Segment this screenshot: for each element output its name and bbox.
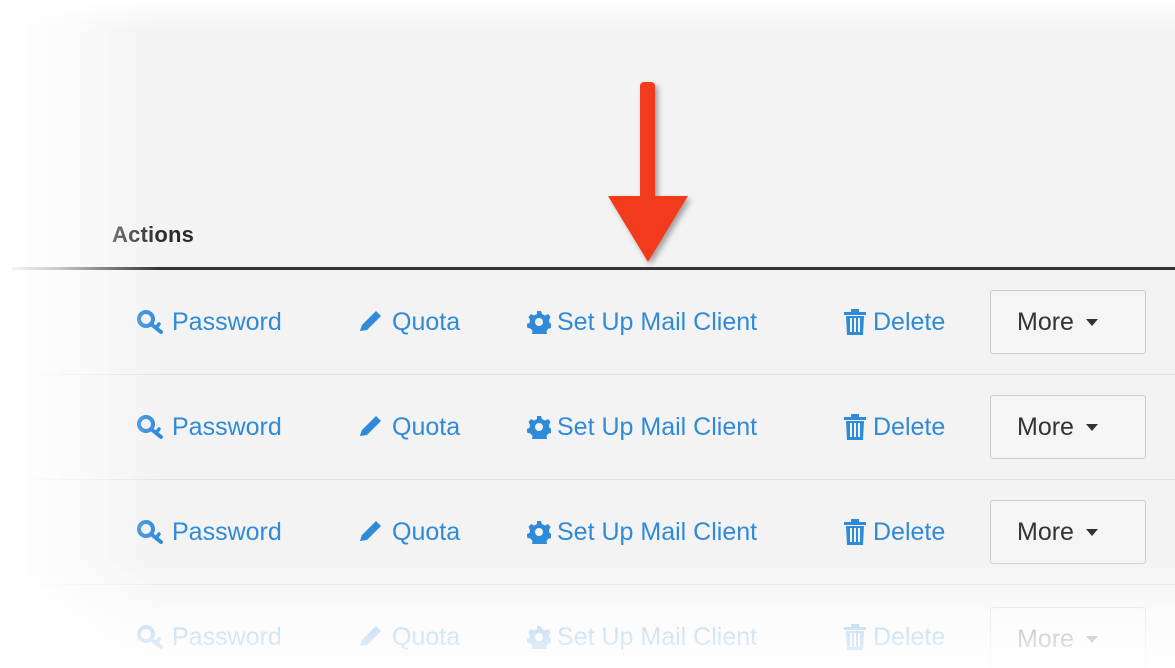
gear-icon <box>527 310 551 334</box>
pencil-icon <box>356 519 386 545</box>
more-dropdown-button[interactable]: More <box>990 290 1146 354</box>
delete-label: Delete <box>873 412 946 441</box>
password-label: Password <box>172 517 282 546</box>
key-icon <box>136 519 166 545</box>
set-up-mail-client-label: Set Up Mail Client <box>557 517 758 546</box>
quota-label: Quota <box>392 412 461 441</box>
more-dropdown-button[interactable]: More <box>990 395 1146 459</box>
gear-icon <box>527 520 551 544</box>
trash-icon <box>843 413 867 441</box>
quota-link[interactable]: Quota <box>356 480 460 584</box>
key-icon <box>136 414 166 440</box>
quota-link[interactable]: Quota <box>356 585 460 668</box>
more-label: More <box>1017 517 1074 546</box>
trash-icon <box>843 308 867 336</box>
top-fade-overlay <box>0 0 1175 30</box>
trash-icon <box>843 518 867 546</box>
set-up-mail-client-label: Set Up Mail Client <box>557 307 758 336</box>
delete-link[interactable]: Delete <box>843 585 945 668</box>
table-row: Password Quota Set Up Mail Client Delete… <box>0 585 1175 668</box>
password-link[interactable]: Password <box>136 270 282 374</box>
delete-label: Delete <box>873 307 946 336</box>
gear-icon <box>527 625 551 649</box>
pencil-icon <box>356 309 386 335</box>
pencil-icon <box>356 624 386 650</box>
set-up-mail-client-link[interactable]: Set Up Mail Client <box>527 375 757 479</box>
key-icon <box>136 309 166 335</box>
quota-link[interactable]: Quota <box>356 270 460 374</box>
table-row: Password Quota Set Up Mail Client Delete… <box>0 375 1175 480</box>
password-label: Password <box>172 412 282 441</box>
quota-label: Quota <box>392 307 461 336</box>
red-arrow-icon <box>608 82 688 262</box>
set-up-mail-client-link[interactable]: Set Up Mail Client <box>527 270 757 374</box>
more-dropdown-button[interactable]: More <box>990 607 1146 668</box>
table-row: Password Quota Set Up Mail Client Delete… <box>0 270 1175 375</box>
caret-down-icon <box>1085 318 1098 326</box>
key-icon <box>136 624 166 650</box>
set-up-mail-client-label: Set Up Mail Client <box>557 622 758 651</box>
set-up-mail-client-link[interactable]: Set Up Mail Client <box>527 585 757 668</box>
more-label: More <box>1017 624 1074 653</box>
password-link[interactable]: Password <box>136 375 282 479</box>
set-up-mail-client-label: Set Up Mail Client <box>557 412 758 441</box>
delete-link[interactable]: Delete <box>843 480 945 584</box>
delete-link[interactable]: Delete <box>843 375 945 479</box>
trash-icon <box>843 623 867 651</box>
password-link[interactable]: Password <box>136 585 282 668</box>
caret-down-icon <box>1085 528 1098 536</box>
password-label: Password <box>172 622 282 651</box>
actions-column-header: Actions <box>112 222 195 247</box>
email-accounts-actions-panel: Actions Password Quota Set Up Mail Clien… <box>0 0 1175 668</box>
caret-down-icon <box>1085 635 1098 643</box>
more-label: More <box>1017 307 1074 336</box>
more-dropdown-button[interactable]: More <box>990 500 1146 564</box>
delete-label: Delete <box>873 517 946 546</box>
delete-link[interactable]: Delete <box>843 270 945 374</box>
caret-down-icon <box>1085 423 1098 431</box>
delete-label: Delete <box>873 622 946 651</box>
pencil-icon <box>356 414 386 440</box>
gear-icon <box>527 415 551 439</box>
password-link[interactable]: Password <box>136 480 282 584</box>
set-up-mail-client-link[interactable]: Set Up Mail Client <box>527 480 757 584</box>
password-label: Password <box>172 307 282 336</box>
quota-label: Quota <box>392 622 461 651</box>
table-row: Password Quota Set Up Mail Client Delete… <box>0 480 1175 585</box>
quota-link[interactable]: Quota <box>356 375 460 479</box>
more-label: More <box>1017 412 1074 441</box>
quota-label: Quota <box>392 517 461 546</box>
